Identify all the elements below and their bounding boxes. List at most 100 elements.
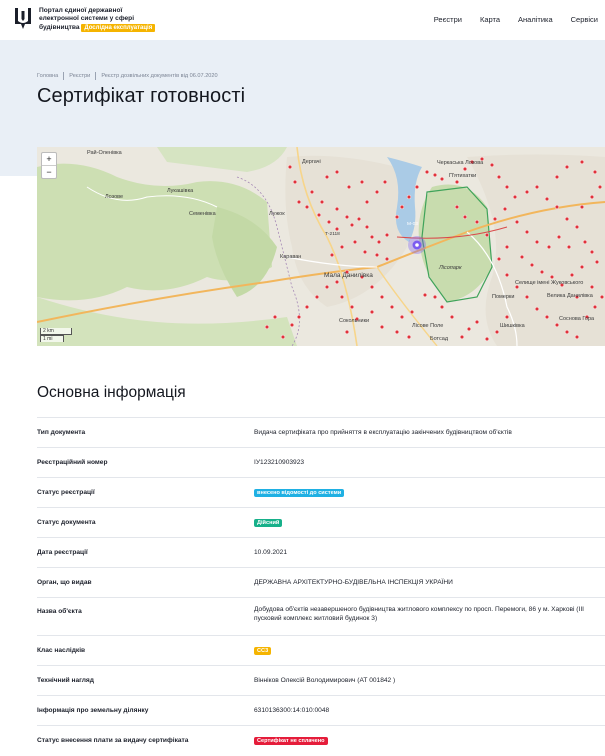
poi-dot[interactable] (349, 222, 355, 228)
poi-dot[interactable] (309, 189, 315, 195)
poi-dot[interactable] (439, 304, 445, 310)
poi-dot[interactable] (504, 314, 510, 320)
poi-dot[interactable] (454, 179, 460, 185)
poi-dot[interactable] (574, 224, 580, 230)
poi-dot[interactable] (534, 184, 540, 190)
poi-dot[interactable] (524, 189, 530, 195)
poi-dot[interactable] (462, 166, 468, 172)
poi-dot[interactable] (356, 216, 362, 222)
poi-dot[interactable] (504, 244, 510, 250)
poi-dot[interactable] (334, 169, 340, 175)
poi-dot[interactable] (512, 194, 518, 200)
poi-dot[interactable] (504, 184, 510, 190)
poi-dot[interactable] (369, 234, 375, 240)
poi-dot[interactable] (566, 244, 572, 250)
poi-dot[interactable] (462, 214, 468, 220)
poi-dot[interactable] (496, 174, 502, 180)
poi-dot[interactable] (589, 249, 595, 255)
poi-dot[interactable] (364, 199, 370, 205)
poi-dot[interactable] (362, 249, 368, 255)
breadcrumb-home[interactable]: Головна (37, 73, 58, 79)
poi-dot[interactable] (339, 244, 345, 250)
poi-dot[interactable] (504, 272, 510, 278)
nav-registries[interactable]: Реєстри (434, 15, 462, 24)
poi-dot[interactable] (334, 206, 340, 212)
poi-dot[interactable] (424, 169, 430, 175)
breadcrumb-registries[interactable]: Реєстри (69, 73, 90, 79)
poi-dot[interactable] (432, 172, 438, 178)
poi-dot[interactable] (432, 294, 438, 300)
zoom-out-button[interactable]: − (42, 165, 56, 178)
map-view[interactable]: Дергачі Черкаська Лозова П'ятихатки Лозо… (37, 147, 605, 346)
poi-dot[interactable] (579, 264, 585, 270)
zoom-in-button[interactable]: + (42, 153, 56, 165)
nav-services[interactable]: Сервіси (571, 15, 598, 24)
poi-dot[interactable] (280, 334, 286, 340)
poi-dot[interactable] (599, 294, 605, 300)
poi-dot[interactable] (384, 256, 390, 262)
poi-dot[interactable] (439, 176, 445, 182)
nav-analytics[interactable]: Аналітика (518, 15, 553, 24)
poi-dot[interactable] (376, 239, 382, 245)
poi-dot[interactable] (349, 304, 355, 310)
poi-dot[interactable] (524, 229, 530, 235)
nav-map[interactable]: Карта (480, 15, 500, 24)
poi-dot[interactable] (514, 219, 520, 225)
poi-dot[interactable] (574, 334, 580, 340)
poi-dot[interactable] (399, 204, 405, 210)
poi-dot[interactable] (324, 174, 330, 180)
poi-dot[interactable] (496, 256, 502, 262)
poi-dot[interactable] (346, 184, 352, 190)
poi-dot[interactable] (296, 199, 302, 205)
poi-dot[interactable] (549, 274, 555, 280)
poi-dot[interactable] (579, 204, 585, 210)
poi-dot[interactable] (316, 212, 322, 218)
poi-dot[interactable] (589, 194, 595, 200)
poi-dot[interactable] (359, 179, 365, 185)
poi-dot[interactable] (406, 194, 412, 200)
poi-dot[interactable] (484, 336, 490, 342)
poi-dot[interactable] (414, 184, 420, 190)
poi-dot[interactable] (524, 294, 530, 300)
poi-dot[interactable] (554, 204, 560, 210)
poi-dot[interactable] (422, 292, 428, 298)
poi-dot[interactable] (534, 306, 540, 312)
poi-dot[interactable] (399, 314, 405, 320)
poi-dot[interactable] (304, 204, 310, 210)
poi-dot[interactable] (454, 204, 460, 210)
poi-dot[interactable] (319, 199, 325, 205)
poi-dot[interactable] (592, 169, 598, 175)
poi-dot[interactable] (326, 219, 332, 225)
poi-dot[interactable] (287, 164, 293, 170)
poi-dot[interactable] (519, 254, 525, 260)
poi-dot[interactable] (489, 162, 495, 168)
poi-dot[interactable] (369, 284, 375, 290)
selected-object-marker[interactable] (408, 236, 426, 254)
poi-dot[interactable] (579, 159, 585, 165)
poi-dot[interactable] (529, 262, 535, 268)
poi-dot[interactable] (352, 239, 358, 245)
poi-dot[interactable] (484, 232, 490, 238)
poi-dot[interactable] (374, 189, 380, 195)
poi-dot[interactable] (296, 314, 302, 320)
poi-dot[interactable] (556, 234, 562, 240)
poi-dot[interactable] (597, 184, 603, 190)
poi-dot[interactable] (582, 239, 588, 245)
poi-dot[interactable] (474, 219, 480, 225)
poi-dot[interactable] (394, 214, 400, 220)
poi-dot[interactable] (344, 329, 350, 335)
poi-dot[interactable] (492, 216, 498, 222)
poi-dot[interactable] (272, 314, 278, 320)
poi-dot[interactable] (394, 329, 400, 335)
poi-dot[interactable] (384, 232, 390, 238)
poi-dot[interactable] (554, 174, 560, 180)
poi-dot[interactable] (379, 294, 385, 300)
poi-dot[interactable] (304, 304, 310, 310)
map-canvas[interactable]: Дергачі Черкаська Лозова П'ятихатки Лозо… (37, 147, 605, 346)
poi-dot[interactable] (594, 259, 600, 265)
poi-dot[interactable] (339, 294, 345, 300)
poi-dot[interactable] (389, 304, 395, 310)
poi-dot[interactable] (449, 314, 455, 320)
poi-dot[interactable] (564, 329, 570, 335)
poi-dot[interactable] (544, 314, 550, 320)
